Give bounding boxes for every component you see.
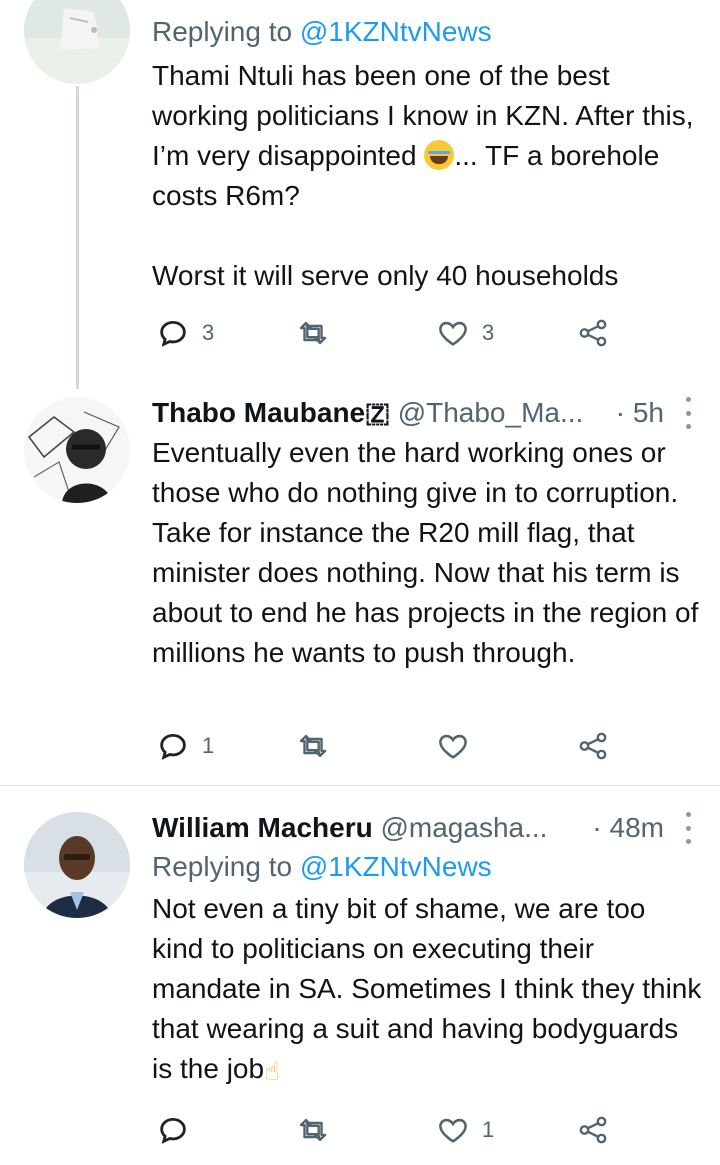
like-button[interactable] xyxy=(436,726,470,766)
tweet-time[interactable]: · 48m xyxy=(592,808,664,848)
reply-count: 1 xyxy=(202,733,215,758)
tweet-actions: 1 xyxy=(152,1110,622,1150)
heart-icon xyxy=(439,1118,467,1143)
reply-icon xyxy=(160,1117,186,1144)
tweet-text: Not even a tiny bit of shame, we are too… xyxy=(152,889,702,1091)
reply-button[interactable]: 1 xyxy=(156,726,214,766)
heart-icon xyxy=(439,734,467,759)
display-name[interactable]: William Macheru xyxy=(152,812,373,843)
mention-link[interactable]: @1KZNtvNews xyxy=(300,851,492,882)
user-handle[interactable]: @magasha... xyxy=(380,812,547,843)
reply-button[interactable] xyxy=(156,1110,190,1150)
tweet-content: Thabo Maubane🇿 @Thabo_Ma... · 5h Eventua… xyxy=(152,393,702,673)
mention-link[interactable]: @1KZNtvNews xyxy=(300,16,492,47)
like-count: 1 xyxy=(482,1117,495,1142)
reply-count: 3 xyxy=(202,320,215,345)
more-options-icon[interactable] xyxy=(678,397,698,429)
like-button[interactable]: 1 xyxy=(436,1110,494,1150)
replying-to: Replying to @1KZNtvNews xyxy=(152,848,702,886)
user-handle[interactable]: @Thabo_Ma... xyxy=(398,397,584,428)
tweet-text: Eventually even the hard working ones or… xyxy=(152,437,699,668)
tweet-time[interactable]: · 5h xyxy=(616,393,664,433)
retweet-icon xyxy=(299,734,327,758)
reply-icon xyxy=(160,733,186,760)
avatar[interactable] xyxy=(24,0,130,84)
tweet-actions: 3 3 xyxy=(152,313,622,353)
retweet-button[interactable] xyxy=(296,313,330,353)
avatar[interactable] xyxy=(24,812,130,918)
share-icon xyxy=(579,319,607,347)
tweet-reply-3[interactable]: William Macheru @magasha... · 48m Replyi… xyxy=(0,786,720,1165)
retweet-button[interactable] xyxy=(296,1110,330,1150)
retweet-button[interactable] xyxy=(296,726,330,766)
crossed-fingers-emoji-icon: ☝ xyxy=(264,1056,280,1086)
display-name[interactable]: Thabo Maubane🇿 xyxy=(152,397,390,428)
reply-icon xyxy=(160,320,186,347)
tweet-text-part: Not even a tiny bit of shame, we are too… xyxy=(152,893,702,1084)
share-icon xyxy=(579,732,607,760)
tweet-reply-2[interactable]: Thabo Maubane🇿 @Thabo_Ma... · 5h Eventua… xyxy=(0,383,720,786)
share-button[interactable] xyxy=(576,313,610,353)
thread-line xyxy=(76,86,79,389)
replying-label: Replying to xyxy=(152,16,293,47)
avatar[interactable] xyxy=(24,397,130,503)
crying-face-emoji-icon xyxy=(424,140,455,170)
like-button[interactable]: 3 xyxy=(436,313,494,353)
tweet-text-second-paragraph: Worst it will serve only 40 households xyxy=(152,260,619,291)
tweet-header: William Macheru @magasha... · 48m xyxy=(152,808,702,848)
share-icon xyxy=(579,1116,607,1144)
reply-button[interactable]: 3 xyxy=(156,313,214,353)
tweet-content: William Macheru @magasha... · 48m Replyi… xyxy=(152,808,702,1091)
more-options-icon[interactable] xyxy=(678,812,698,844)
replying-to: Replying to @1KZNtvNews xyxy=(152,13,702,51)
retweet-icon xyxy=(299,321,327,345)
heart-icon xyxy=(439,321,467,346)
tweet-text: Thami Ntuli has been one of the best wor… xyxy=(152,56,702,216)
replying-label: Replying to xyxy=(152,851,293,882)
tweet-reply-1[interactable]: Replying to @1KZNtvNews Thami Ntuli has … xyxy=(0,0,720,389)
tweet-content: Replying to @1KZNtvNews Thami Ntuli has … xyxy=(152,13,702,296)
share-button[interactable] xyxy=(576,1110,610,1150)
share-button[interactable] xyxy=(576,726,610,766)
tweet-actions: 1 xyxy=(152,726,622,766)
tweet-header: Thabo Maubane🇿 @Thabo_Ma... · 5h xyxy=(152,393,702,433)
like-count: 3 xyxy=(482,320,495,345)
reply-thread: Replying to @1KZNtvNews Thami Ntuli has … xyxy=(0,0,720,1165)
retweet-icon xyxy=(299,1118,327,1142)
